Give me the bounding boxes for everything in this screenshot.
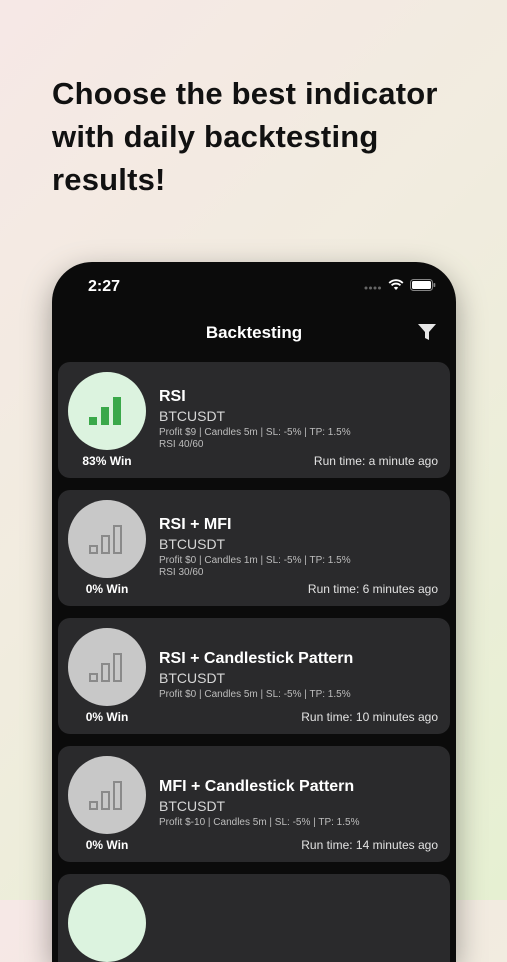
status-icons <box>364 279 436 291</box>
backtest-card[interactable]: 0% Win RSI + MFI BTCUSDT Profit $0 | Can… <box>58 490 450 606</box>
strategy-details: Profit $0 | Candles 5m | SL: -5% | TP: 1… <box>159 689 351 700</box>
backtest-card-partial[interactable] <box>58 874 450 962</box>
backtest-card[interactable]: 0% Win RSI + Candlestick Pattern BTCUSDT… <box>58 618 450 734</box>
strategy-details: Profit $-10 | Candles 5m | SL: -5% | TP:… <box>159 817 360 828</box>
phone-frame: 2:27 Backtesting 83% Win RSI BTCUSDT Pro… <box>52 262 456 962</box>
status-bar: 2:27 <box>52 262 456 312</box>
win-rate: 0% Win <box>85 838 129 852</box>
navbar: Backtesting <box>52 312 456 356</box>
win-gauge <box>68 500 146 578</box>
win-gauge <box>68 628 146 706</box>
strategy-details-extra: RSI 30/60 <box>159 567 204 578</box>
status-time: 2:27 <box>88 278 121 295</box>
win-rate: 83% Win <box>82 454 132 468</box>
win-rate: 0% Win <box>85 710 129 724</box>
trading-pair: BTCUSDT <box>159 536 226 552</box>
strategy-details: Profit $9 | Candles 5m | SL: -5% | TP: 1… <box>159 427 351 438</box>
nav-title: Backtesting <box>205 323 303 342</box>
bar-chart-icon <box>89 525 122 554</box>
win-gauge <box>68 884 146 962</box>
run-time: Run time: 6 minutes ago <box>307 582 438 596</box>
run-time: Run time: a minute ago <box>313 454 438 468</box>
run-time: Run time: 14 minutes ago <box>301 838 438 852</box>
run-time: Run time: 10 minutes ago <box>301 710 438 724</box>
strategy-details: Profit $0 | Candles 1m | SL: -5% | TP: 1… <box>159 555 351 566</box>
filter-icon[interactable] <box>416 321 438 343</box>
trading-pair: BTCUSDT <box>159 798 226 814</box>
win-gauge <box>68 372 146 450</box>
headline: Choose the best indicator with daily bac… <box>52 76 438 197</box>
strategy-name: MFI + Candlestick Pattern <box>159 778 355 795</box>
strategy-name: RSI + Candlestick Pattern <box>159 650 354 667</box>
signal-icon <box>364 286 381 290</box>
bar-chart-icon <box>89 397 121 425</box>
strategy-name: RSI + MFI <box>159 516 232 533</box>
trading-pair: BTCUSDT <box>159 670 226 686</box>
card-info: RSI BTCUSDT Profit $9 | Candles 5m | SL:… <box>159 388 438 451</box>
wifi-icon <box>388 279 404 290</box>
card-info: RSI + MFI BTCUSDT Profit $0 | Candles 1m… <box>159 516 438 579</box>
win-rate: 0% Win <box>85 582 129 596</box>
win-gauge <box>68 756 146 834</box>
backtest-list: 83% Win RSI BTCUSDT Profit $9 | Candles … <box>58 362 450 962</box>
backtest-card[interactable]: 0% Win MFI + Candlestick Pattern BTCUSDT… <box>58 746 450 862</box>
card-info: RSI + Candlestick Pattern BTCUSDT Profit… <box>159 650 438 701</box>
backtest-card[interactable]: 83% Win RSI BTCUSDT Profit $9 | Candles … <box>58 362 450 478</box>
battery-icon <box>410 279 436 291</box>
card-info: MFI + Candlestick Pattern BTCUSDT Profit… <box>159 778 438 829</box>
trading-pair: BTCUSDT <box>159 408 226 424</box>
bar-chart-icon <box>89 781 122 810</box>
bar-chart-icon <box>89 653 122 682</box>
strategy-name: RSI <box>159 388 186 405</box>
strategy-details-extra: RSI 40/60 <box>159 439 204 450</box>
